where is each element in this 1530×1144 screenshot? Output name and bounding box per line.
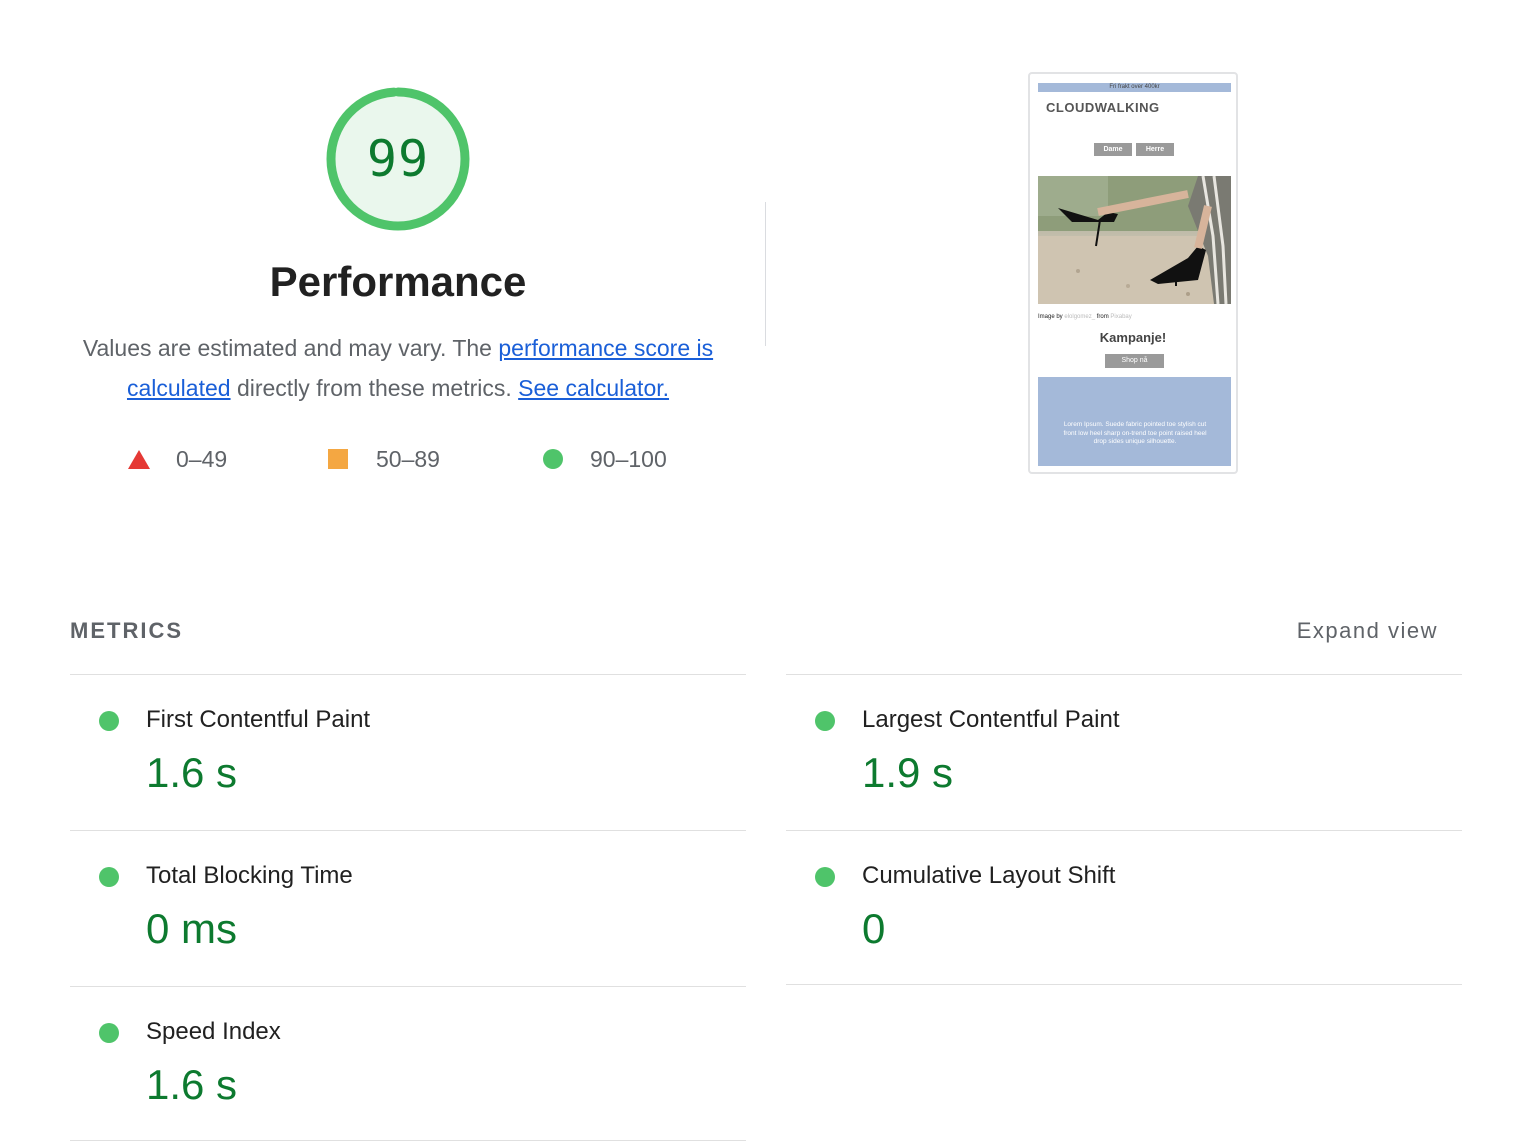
thumb-headline: Kampanje! (1099, 330, 1167, 345)
description-text: directly from these metrics. (230, 375, 519, 401)
thumb-nav-dame: Dame (1094, 143, 1132, 156)
score-legend: 0–49 50–89 90–100 (0, 443, 800, 475)
metric-largest-contentful-paint: Largest Contentful Paint 1.9 s (786, 675, 1462, 830)
metric-title: Largest Contentful Paint (862, 706, 1120, 733)
metrics-heading: METRICS (70, 618, 183, 643)
thumb-hero-image (1038, 176, 1231, 304)
score-gauge: 99 (325, 86, 471, 232)
category-title: Performance (269, 258, 527, 305)
legend-label: 0–49 (176, 445, 228, 472)
metric-value: 1.6 s (146, 749, 238, 796)
credit-from: from (1096, 314, 1109, 320)
circle-icon (543, 449, 563, 469)
credit-prefix: Image by (1038, 314, 1063, 320)
vertical-divider (765, 202, 766, 346)
thumb-footer-text: Lorem Ipsum. Suede fabric pointed toe st… (1063, 421, 1207, 445)
square-icon (328, 449, 348, 469)
metric-value: 1.6 s (146, 1061, 238, 1108)
pass-circle-icon (99, 1023, 119, 1043)
metric-title: Cumulative Layout Shift (862, 862, 1116, 889)
metric-first-contentful-paint: First Contentful Paint 1.6 s (70, 675, 746, 830)
lighthouse-report: 99 Performance Values are estimated and … (0, 0, 1530, 1144)
legend-fail: 0–49 (128, 443, 227, 475)
legend-average: 50–89 (328, 443, 440, 475)
shoe-photo-icon (1038, 176, 1231, 304)
metric-speed-index: Speed Index 1.6 s (70, 987, 746, 1142)
expand-view-toggle[interactable]: Expand view (1297, 618, 1438, 644)
metric-title: First Contentful Paint (146, 706, 371, 733)
score-value: 99 (366, 130, 430, 188)
metric-value: 1.9 s (862, 749, 954, 796)
metrics-divider (786, 984, 1462, 985)
triangle-icon (128, 449, 150, 469)
legend-pass: 90–100 (543, 443, 667, 475)
legend-label: 50–89 (376, 445, 440, 472)
final-screenshot[interactable]: Fri frakt over 400kr CLOUDWALKING Dame H… (1028, 72, 1238, 474)
thumb-brand: CLOUDWALKING (1046, 100, 1160, 115)
metric-title: Total Blocking Time (146, 862, 353, 889)
thumb-nav-herre: Herre (1136, 143, 1174, 156)
metric-cumulative-layout-shift: Cumulative Layout Shift 0 (786, 831, 1462, 986)
pass-circle-icon (815, 867, 835, 887)
thumb-image-credit: Image by elolgomez_ from Pixabay (1038, 314, 1132, 320)
thumb-footer: Lorem Ipsum. Suede fabric pointed toe st… (1038, 377, 1231, 466)
pass-circle-icon (815, 711, 835, 731)
metrics-divider (70, 1140, 746, 1141)
thumb-shop-button: Shop nå (1105, 354, 1164, 368)
see-calculator-link[interactable]: See calculator. (518, 375, 669, 401)
thumb-banner: Fri frakt over 400kr (1038, 83, 1231, 92)
credit-source: Pixabay (1110, 314, 1132, 320)
score-description: Values are estimated and may vary. The p… (76, 328, 720, 408)
metric-value: 0 ms (146, 905, 238, 952)
description-text: Values are estimated and may vary. The (82, 335, 499, 361)
pass-circle-icon (99, 867, 119, 887)
metric-total-blocking-time: Total Blocking Time 0 ms (70, 831, 746, 986)
legend-label: 90–100 (590, 445, 667, 472)
credit-author: elolgomez_ (1064, 314, 1096, 320)
metric-value: 0 (862, 905, 886, 952)
metric-title: Speed Index (146, 1018, 281, 1045)
pass-circle-icon (99, 711, 119, 731)
